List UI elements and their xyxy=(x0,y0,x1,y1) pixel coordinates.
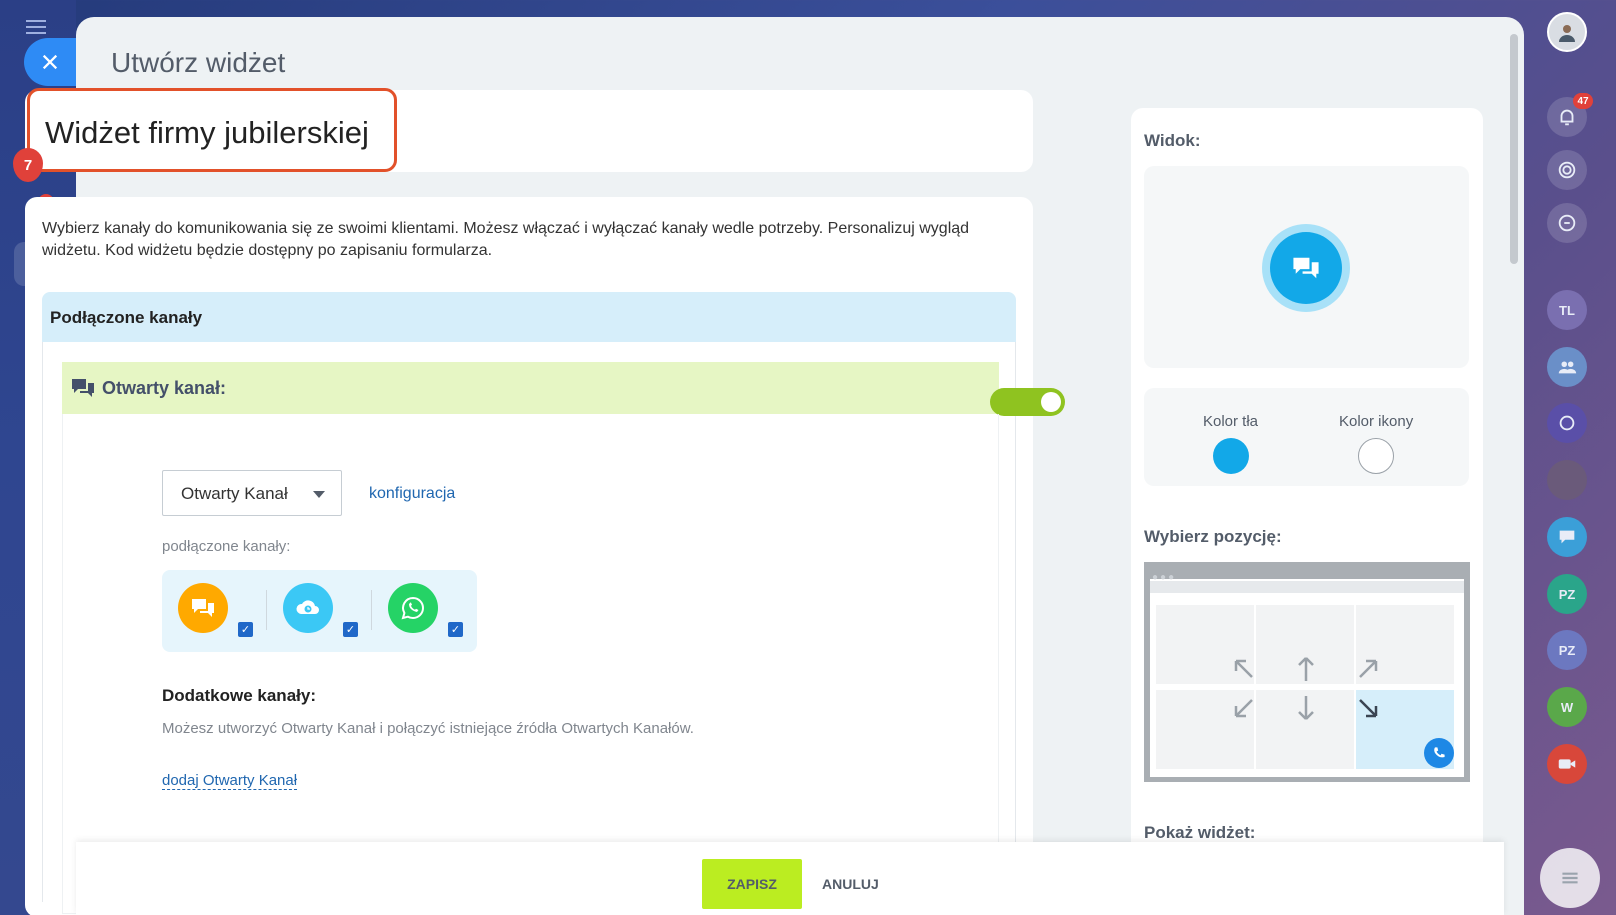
widget-name-input[interactable]: Widżet firmy jubilerskiej xyxy=(45,115,369,151)
open-channel-toggle[interactable] xyxy=(990,388,1065,416)
chat-icon xyxy=(192,599,214,617)
group-chat-avatar[interactable] xyxy=(1547,347,1587,387)
phone-icon xyxy=(1434,747,1445,758)
list-icon xyxy=(1562,872,1578,884)
chat-bubbles-icon xyxy=(72,379,94,397)
channel-callback[interactable] xyxy=(283,583,333,633)
toggle-knob xyxy=(1041,392,1061,412)
chat-search-icon xyxy=(1558,214,1576,232)
group-icon xyxy=(1558,361,1577,374)
chevron-down-icon xyxy=(313,491,325,498)
avatar-tl[interactable]: TL xyxy=(1547,290,1587,330)
intro-text: Wybierz kanały do komunikowania się ze s… xyxy=(42,220,970,259)
channel-divider xyxy=(371,590,372,630)
position-browser-bar xyxy=(1150,581,1464,593)
widget-preview-button xyxy=(1262,224,1350,312)
extra-channels-title: Dodatkowe kanały: xyxy=(162,686,316,705)
arrow-down-left-icon xyxy=(1234,699,1253,718)
panel-scrollbar[interactable] xyxy=(1510,34,1518,264)
search-chat-button[interactable] xyxy=(1547,203,1587,243)
open-channel-label: Otwarty kanał: xyxy=(102,377,227,398)
arrow-up-right-icon xyxy=(1359,659,1378,678)
channel-divider xyxy=(266,590,267,630)
channel-livechat[interactable] xyxy=(178,583,228,633)
channel-livechat-checkbox[interactable]: ✓ xyxy=(238,622,253,637)
select-value: Otwarty Kanał xyxy=(181,484,288,503)
extra-channels-desc: Możesz utworzyć Otwarty Kanał i połączyć… xyxy=(162,720,694,737)
connected-channels-label: podłączone kanały: xyxy=(162,538,291,555)
channel-whatsapp-checkbox[interactable]: ✓ xyxy=(448,622,463,637)
window-dots: ●●● xyxy=(1152,572,1177,583)
config-link[interactable]: konfiguracja xyxy=(369,485,455,503)
save-button[interactable]: ZAPISZ xyxy=(702,859,802,909)
preview-corner-widget xyxy=(1424,738,1454,768)
user-icon xyxy=(1559,25,1575,42)
channel-whatsapp[interactable] xyxy=(388,583,438,633)
video-call-avatar[interactable] xyxy=(1547,744,1587,784)
arrow-down-right-icon xyxy=(1359,699,1378,718)
photo-avatar[interactable] xyxy=(1547,460,1587,500)
open-channel-select[interactable]: Otwarty Kanał xyxy=(162,470,342,516)
bg-color-label: Kolor tła xyxy=(1203,413,1259,430)
user-avatar[interactable] xyxy=(1547,12,1587,52)
show-widget-label: Pokaż widżet: xyxy=(1144,823,1256,842)
arrow-up-icon xyxy=(1298,657,1314,681)
channel-avatar[interactable] xyxy=(1547,403,1587,443)
connected-channels-header: Podłączone kanały xyxy=(42,292,1016,342)
arrow-up-left-icon xyxy=(1234,659,1253,678)
avatar-w[interactable]: W xyxy=(1547,687,1587,727)
close-icon xyxy=(42,54,58,70)
bg-color-swatch[interactable] xyxy=(1213,438,1249,474)
cloud-clock-icon xyxy=(296,600,319,614)
bell-icon xyxy=(1560,109,1574,126)
notifications-badge: 47 xyxy=(1573,93,1593,109)
channel-callback-checkbox[interactable]: ✓ xyxy=(343,622,358,637)
avatar-pz-2[interactable]: PZ xyxy=(1547,630,1587,670)
messenger-button[interactable] xyxy=(1540,848,1600,908)
cancel-button[interactable]: ANULUJ xyxy=(822,876,879,892)
spiral-icon xyxy=(1558,161,1576,179)
spiral-icon xyxy=(1559,415,1575,431)
arrow-down-icon xyxy=(1298,696,1314,720)
color-settings xyxy=(1144,388,1469,486)
avatar-pz-1[interactable]: PZ xyxy=(1547,574,1587,614)
chat-avatar[interactable] xyxy=(1547,517,1587,557)
icon-color-label: Kolor ikony xyxy=(1339,413,1414,430)
notifications-button[interactable]: 47 xyxy=(1547,93,1593,137)
camera-icon xyxy=(1558,759,1576,769)
chat-bubbles-icon xyxy=(1293,257,1319,279)
view-label: Widok: xyxy=(1144,131,1201,150)
add-open-channel-link[interactable]: dodaj Otwarty Kanał xyxy=(162,772,298,790)
position-label: Wybierz pozycję: xyxy=(1144,527,1282,546)
copilot-button[interactable] xyxy=(1547,150,1587,190)
widget-preview-inner xyxy=(1270,232,1342,304)
chat-icon xyxy=(1559,530,1575,544)
page-title: Utwórz widżet xyxy=(111,47,286,78)
icon-color-swatch[interactable] xyxy=(1358,438,1394,474)
menu-icon[interactable] xyxy=(26,20,46,39)
whatsapp-icon xyxy=(401,596,424,620)
open-channel-header: Otwarty kanał: xyxy=(62,362,999,414)
close-panel-button[interactable] xyxy=(24,38,76,86)
